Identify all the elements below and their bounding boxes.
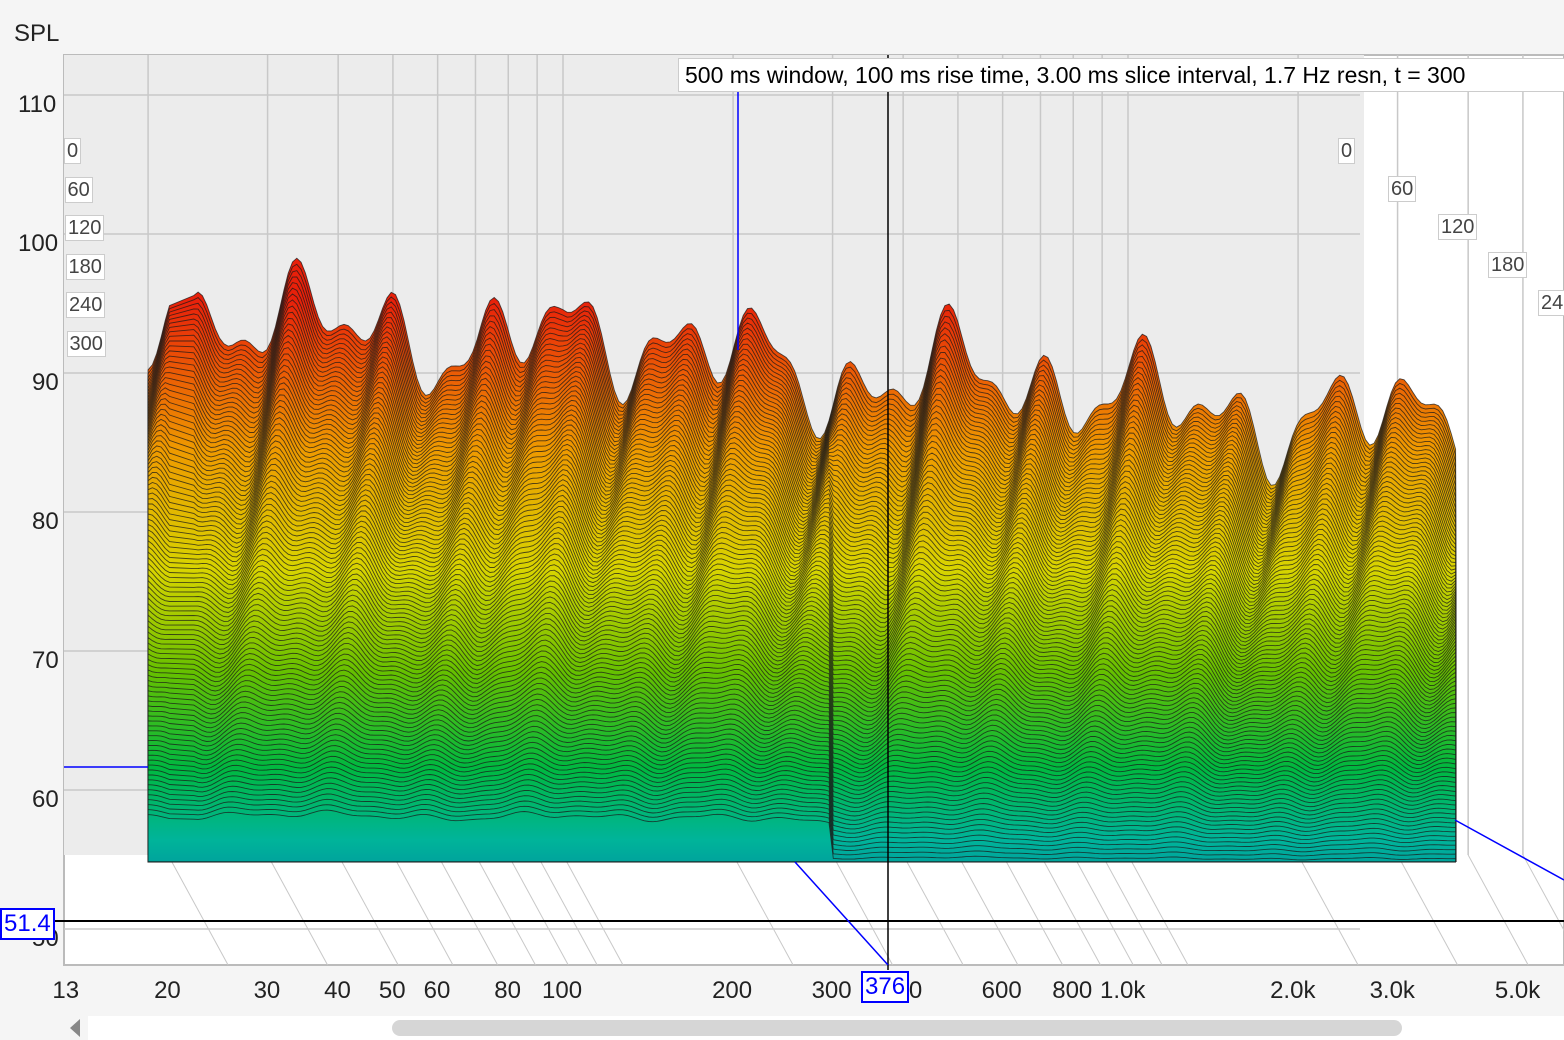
x-tick-label: 80 (494, 977, 521, 1004)
time-label-right: 24 (1538, 290, 1564, 316)
x-tick-label: 13 (52, 977, 80, 1004)
time-label-right: 60 (1388, 176, 1417, 202)
scroll-left-arrow-icon[interactable] (70, 1019, 80, 1037)
time-label-right: 120 (1438, 214, 1478, 240)
time-label-left: 60 (64, 176, 93, 203)
waterfall-caption: 500 ms window, 100 ms rise time, 3.00 ms… (678, 58, 1564, 92)
time-label-left: 300 (66, 330, 106, 357)
time-label-right: 0 (1338, 138, 1356, 164)
time-label-right: 180 (1488, 252, 1528, 278)
x-tick-label: 800 (1052, 977, 1093, 1004)
x-tick-label: 100 (542, 977, 583, 1004)
x-tick-label: 30 (253, 977, 281, 1004)
y-tick-label: 90 (32, 369, 59, 396)
time-label-left: 0 (64, 138, 82, 164)
freq-cursor-readout[interactable]: 376 (861, 971, 910, 1003)
x-tick-label: 20 (154, 977, 181, 1004)
x-tick-label: 600 (981, 977, 1022, 1004)
time-label-left: 120 (65, 215, 105, 241)
waterfall-chart (0, 54, 1564, 970)
y-tick-label: 70 (32, 647, 59, 674)
time-label-left: 240 (66, 292, 106, 318)
x-tick-label: 40 (324, 977, 351, 1004)
x-tick-label: 60 (423, 977, 451, 1004)
y-tick-label: 80 (32, 508, 59, 535)
y-tick-label: 100 (18, 230, 59, 257)
scrollbar-thumb[interactable] (392, 1020, 1402, 1036)
x-tick-label: 1.0k (1100, 977, 1146, 1004)
x-tick-label: 200 (712, 977, 753, 1004)
x-tick-label: 300 (811, 977, 852, 1004)
x-tick-label: 50 (378, 977, 406, 1004)
x-tick-label: 3.0k (1369, 977, 1415, 1004)
time-label-left: 180 (65, 253, 105, 280)
y-tick-label: 60 (32, 786, 59, 813)
x-tick-label: 5.0k (1494, 977, 1541, 1004)
y-axis-title: SPL (14, 20, 60, 47)
spl-cursor-readout[interactable]: 51.4 (0, 908, 55, 940)
y-tick-label: 110 (18, 91, 57, 118)
x-tick-label: 2.0k (1270, 977, 1316, 1004)
